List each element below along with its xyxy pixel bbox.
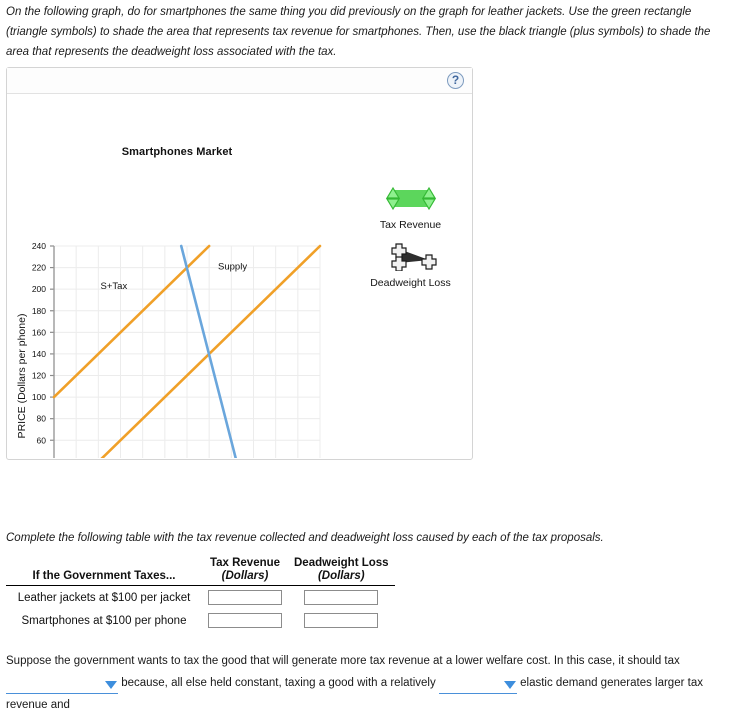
table-row: Smartphones at $100 per phone — [6, 609, 395, 632]
closing-paragraph: Suppose the government wants to tax the … — [6, 650, 728, 708]
exercise-page: On the following graph, do for smartphon… — [0, 0, 739, 708]
closing-line-1: Suppose the government wants to tax the … — [6, 655, 680, 667]
help-icon[interactable]: ? — [447, 72, 464, 89]
graph-panel-body: Smartphones Market SupplyS+TaxDS 0501001… — [7, 94, 474, 542]
green-rectangle-triangle-icon[interactable] — [385, 186, 437, 212]
closing-mid-text: because, all else held constant, taxing … — [121, 677, 436, 689]
col-header-row-label: If the Government Taxes... — [6, 570, 202, 586]
legend-item-deadweight-loss[interactable]: Deadweight Loss — [347, 240, 474, 289]
legend-label-tax-revenue: Tax Revenue — [379, 219, 442, 231]
y-tick-labels: 020406080100120140160180200220240 — [32, 241, 47, 510]
y-tick-label: 180 — [32, 306, 46, 316]
y-tick-label: 240 — [32, 241, 46, 251]
col-units-deadweight-loss: (Dollars) — [288, 570, 395, 586]
tax-revenue-input-row-2[interactable] — [208, 613, 282, 628]
y-tick-label: 100 — [32, 392, 46, 402]
col-units-tax-revenue: (Dollars) — [202, 570, 288, 586]
table-cell — [288, 586, 395, 610]
tax-proposals-table: Tax Revenue Deadweight Loss If the Gover… — [6, 557, 395, 632]
row-label: Smartphones at $100 per phone — [21, 614, 187, 627]
y-axis-title: PRICE (Dollars per phone) — [16, 314, 28, 439]
graph-panel: ? Smartphones Market SupplyS+TaxDS — [6, 67, 474, 542]
legend-label-deadweight-loss: Deadweight Loss — [370, 277, 451, 289]
chart-ticks — [50, 245, 321, 509]
table-row: Leather jackets at $100 per jacket — [6, 586, 395, 610]
chart-legend: Tax Revenue Deadweight Loss — [347, 94, 474, 458]
row-label: Leather jackets at $100 per jacket — [17, 591, 191, 604]
black-triangle-plus-icon[interactable] — [385, 243, 437, 271]
instruction-text: On the following graph, do for smartphon… — [6, 6, 711, 58]
deadweight-loss-glyph[interactable] — [347, 240, 474, 274]
table-cell — [288, 609, 395, 632]
col-header-deadweight-loss: Deadweight Loss — [294, 557, 389, 569]
series-label-s-tax: S+Tax — [101, 281, 128, 292]
table-body: Leather jackets at $100 per jacket Smartp… — [6, 586, 395, 633]
y-tick-label: 140 — [32, 349, 46, 359]
tax-revenue-glyph[interactable] — [347, 182, 474, 216]
deadweight-loss-input-row-1[interactable] — [304, 590, 379, 605]
table-corner-blank — [6, 557, 202, 570]
y-tick-label: 80 — [37, 414, 47, 424]
chart-title: Smartphones Market — [121, 146, 233, 158]
chart-area[interactable]: Smartphones Market SupplyS+TaxDS 0501001… — [7, 94, 347, 542]
y-tick-label: 200 — [32, 284, 46, 294]
dropdown-good-choice[interactable] — [6, 678, 118, 694]
chevron-down-icon — [105, 681, 117, 689]
y-tick-label: 160 — [32, 327, 46, 337]
y-tick-label: 40 — [37, 457, 47, 458]
y-tick-label: 220 — [32, 263, 46, 273]
graph-panel-header: ? — [7, 68, 472, 94]
dropdown-elasticity[interactable] — [438, 678, 517, 694]
series-line-demand[interactable] — [179, 244, 250, 507]
y-tick-label: 60 — [37, 435, 47, 445]
series-label-supply: Supply — [218, 262, 247, 273]
legend-item-tax-revenue[interactable]: Tax Revenue — [347, 182, 474, 231]
table-cell — [202, 586, 288, 610]
chart-gridlines — [54, 245, 321, 505]
col-header-tax-revenue: Tax Revenue — [209, 557, 281, 569]
tax-revenue-input-row-1[interactable] — [208, 590, 282, 605]
chevron-down-icon — [503, 681, 516, 689]
y-tick-label: 120 — [32, 371, 46, 381]
chart-series-labels: SupplyS+TaxDS — [101, 262, 267, 487]
table-instruction: Complete the following table with the ta… — [6, 532, 604, 544]
table-cell — [202, 609, 288, 632]
deadweight-loss-input-row-2[interactable] — [304, 613, 379, 628]
